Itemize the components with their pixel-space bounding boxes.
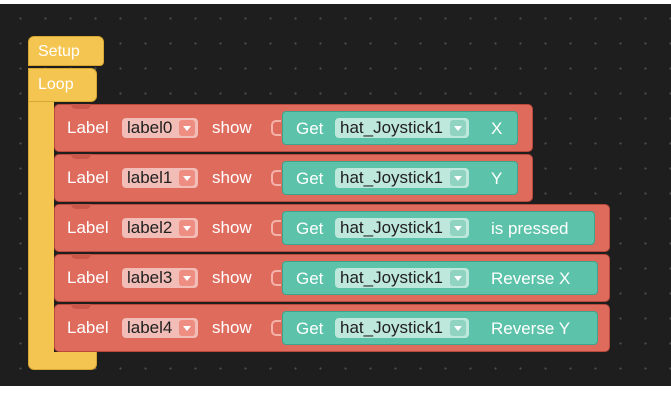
show-keyword: show	[212, 118, 252, 137]
label-keyword: Label	[67, 268, 109, 287]
label-select-dropdown[interactable]: label2	[122, 218, 199, 238]
label-keyword: Label	[67, 218, 109, 237]
get-keyword: Get	[296, 169, 324, 188]
label-select-value: label1	[127, 168, 173, 187]
chevron-down-icon	[450, 220, 466, 236]
property-label: X	[491, 119, 503, 138]
label-select-value: label4	[127, 318, 173, 337]
property-label: is pressed	[491, 219, 569, 238]
chevron-down-icon	[450, 320, 466, 336]
label-select-dropdown[interactable]: label4	[122, 318, 199, 338]
bottom-edge	[0, 386, 671, 401]
chevron-down-icon	[179, 120, 196, 136]
label-show-block[interactable]: Label label1 show Get hat_Joystick1 Y	[54, 154, 533, 202]
setup-block[interactable]: Setup	[28, 36, 104, 66]
chevron-down-icon	[450, 170, 466, 186]
top-edge	[0, 0, 671, 4]
input-socket	[271, 120, 281, 136]
source-select-value: hat_Joystick1	[340, 118, 443, 137]
show-keyword: show	[212, 218, 252, 237]
property-label: Reverse Y	[491, 319, 571, 338]
get-keyword: Get	[296, 269, 324, 288]
get-keyword: Get	[296, 119, 324, 138]
label-show-block[interactable]: Label label3 show Get hat_Joystick1 Reve…	[54, 254, 610, 302]
get-block[interactable]: Get hat_Joystick1 is pressed	[282, 211, 595, 245]
source-select-value: hat_Joystick1	[340, 318, 443, 337]
label-show-block[interactable]: Label label2 show Get hat_Joystick1 is p…	[54, 204, 610, 252]
block-notch	[71, 154, 91, 159]
label-keyword: Label	[67, 118, 109, 137]
get-block[interactable]: Get hat_Joystick1 X	[282, 111, 518, 145]
source-select-dropdown[interactable]: hat_Joystick1	[335, 218, 469, 238]
loop-label: Loop	[38, 76, 74, 93]
chevron-down-icon	[450, 270, 466, 286]
chevron-down-icon	[179, 170, 196, 186]
label-select-dropdown[interactable]: label0	[122, 118, 199, 138]
source-select-dropdown[interactable]: hat_Joystick1	[335, 168, 469, 188]
show-keyword: show	[212, 268, 252, 287]
label-keyword: Label	[67, 318, 109, 337]
blocks-workspace[interactable]: Setup Loop Label label0 show Get hat_Joy…	[0, 0, 671, 401]
chevron-down-icon	[450, 120, 466, 136]
property-label: Reverse X	[491, 269, 571, 288]
get-block[interactable]: Get hat_Joystick1 Reverse Y	[282, 311, 598, 345]
source-select-dropdown[interactable]: hat_Joystick1	[335, 318, 469, 338]
loop-block[interactable]: Loop	[28, 68, 97, 102]
label-select-dropdown[interactable]: label3	[122, 268, 199, 288]
property-label: Y	[491, 169, 503, 188]
chevron-down-icon	[179, 270, 196, 286]
get-block[interactable]: Get hat_Joystick1 Y	[282, 161, 518, 195]
chevron-down-icon	[179, 320, 196, 336]
get-keyword: Get	[296, 219, 324, 238]
block-notch	[71, 304, 91, 309]
input-socket	[271, 170, 281, 186]
label-select-value: label0	[127, 118, 173, 137]
block-notch	[71, 204, 91, 209]
source-select-dropdown[interactable]: hat_Joystick1	[335, 118, 469, 138]
chevron-down-icon	[179, 220, 196, 236]
get-block[interactable]: Get hat_Joystick1 Reverse X	[282, 261, 598, 295]
show-keyword: show	[212, 168, 252, 187]
label-keyword: Label	[67, 168, 109, 187]
block-notch	[71, 254, 91, 259]
label-show-block[interactable]: Label label4 show Get hat_Joystick1 Reve…	[54, 304, 610, 352]
input-socket	[271, 320, 281, 336]
loop-block-footer[interactable]	[28, 352, 97, 370]
label-show-block[interactable]: Label label0 show Get hat_Joystick1 X	[54, 104, 533, 152]
setup-label: Setup	[38, 43, 80, 60]
get-keyword: Get	[296, 319, 324, 338]
block-notch	[71, 104, 91, 109]
source-select-value: hat_Joystick1	[340, 168, 443, 187]
label-select-dropdown[interactable]: label1	[122, 168, 199, 188]
input-socket	[271, 220, 281, 236]
loop-block-arm[interactable]	[28, 100, 54, 364]
input-socket	[271, 270, 281, 286]
source-select-dropdown[interactable]: hat_Joystick1	[335, 268, 469, 288]
show-keyword: show	[212, 318, 252, 337]
source-select-value: hat_Joystick1	[340, 218, 443, 237]
label-select-value: label3	[127, 268, 173, 287]
label-select-value: label2	[127, 218, 173, 237]
source-select-value: hat_Joystick1	[340, 268, 443, 287]
